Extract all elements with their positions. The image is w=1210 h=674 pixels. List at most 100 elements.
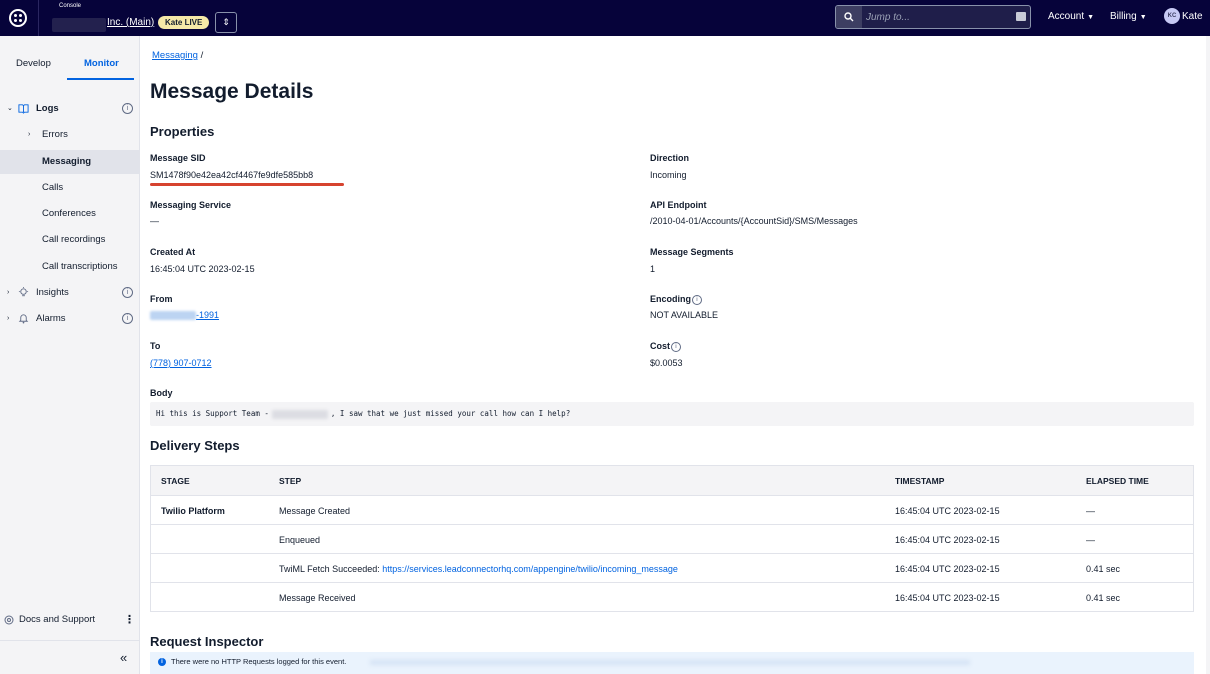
sidebar-item-calls[interactable]: Calls [0,176,139,200]
scrollbar-track[interactable] [1206,36,1210,674]
encoding-label: Encoding i [650,294,702,305]
messaging-service-value: — [150,216,159,226]
billing-menu-label: Billing [1110,11,1137,22]
keyboard-shortcut-icon [1016,12,1026,21]
breadcrumb: Messaging / [152,50,203,61]
console-label: Console [59,3,82,9]
sidebar-tabs: Develop Monitor [0,36,140,80]
more-options-icon[interactable]: ⋮ [124,608,135,632]
message-segments-value: 1 [650,264,656,274]
api-endpoint-label: API Endpoint [650,200,707,210]
timestamp-cell: 16:45:04 UTC 2023-02-15 [895,564,1000,574]
chevron-down-icon: ▼ [1139,14,1147,21]
cost-value: $0.0053 [650,358,683,368]
inspector-notice: i There were no HTTP Requests logged for… [150,652,1194,674]
column-header-elapsed-time: ELAPSED TIME [1086,476,1149,486]
delivery-steps-heading: Delivery Steps [150,438,240,453]
sidebar-item-label: Messaging [42,156,92,167]
to-number-link[interactable]: (778) 907-0712 [150,358,212,368]
sidebar-item-logs[interactable]: ⌄ Logs i [0,97,139,121]
created-at-value: 16:45:04 UTC 2023-02-15 [150,264,255,274]
sidebar-item-label: Alarms [36,313,66,324]
highlight-annotation [150,183,344,186]
user-menu-label[interactable]: Kate [1182,11,1203,22]
live-badge: Kate LIVE [158,16,210,29]
step-cell: Message Created [279,506,351,516]
support-icon [4,615,14,625]
lightbulb-icon [18,287,29,297]
redacted-name [271,409,328,419]
cost-label-text: Cost [650,341,670,351]
book-icon [18,104,29,114]
body-label: Body [150,388,173,398]
active-tab-indicator [67,78,134,80]
jump-to-search[interactable] [835,5,1031,29]
account-menu[interactable]: Account ▼ [1048,11,1094,22]
docs-and-support[interactable]: Docs and Support ⋮ [0,608,139,632]
info-icon: i [158,658,166,666]
account-name-link[interactable]: Inc. (Main) [107,17,154,28]
sidebar-item-conferences[interactable]: Conferences [0,202,139,226]
chevron-down-icon: ▼ [1087,14,1095,21]
breadcrumb-messaging-link[interactable]: Messaging [152,50,198,61]
encoding-value: NOT AVAILABLE [650,310,719,320]
step-cell: Message Received [279,593,356,603]
sidebar-item-call-recordings[interactable]: Call recordings [0,228,139,252]
info-icon[interactable]: i [122,103,133,114]
search-icon[interactable] [836,6,862,28]
elapsed-cell: 0.41 sec [1086,593,1121,603]
sidebar-item-label: Logs [36,103,59,114]
info-icon[interactable]: i [671,341,681,352]
timestamp-cell: 16:45:04 UTC 2023-02-15 [895,593,1000,603]
direction-value: Incoming [650,170,687,180]
elapsed-cell: — [1086,535,1095,545]
body-text-suffix: , I saw that we just missed your call ho… [330,409,571,418]
avatar[interactable]: KC [1164,8,1180,24]
sidebar-item-label: Conferences [42,208,96,219]
chevron-right-icon: › [7,289,10,296]
step-text: TwiML Fetch Succeeded: [279,564,383,574]
account-menu-label: Account [1048,11,1085,22]
main-content: Messaging / Message Details Properties M… [140,36,1206,674]
info-icon[interactable]: i [692,294,702,305]
sidebar-item-label: Call transcriptions [42,261,118,272]
message-sid-value[interactable]: SM1478f90e42ea42cf4467fe9dfe585bb8 [150,170,313,180]
chevron-down-icon: ⌄ [7,105,13,112]
sidebar-item-label: Call recordings [42,234,106,245]
sidebar-item-messaging[interactable]: Messaging [0,150,139,174]
sidebar-item-label: Calls [42,182,64,193]
from-number-link[interactable]: -1991 [150,310,219,321]
tab-monitor[interactable]: Monitor [84,58,119,69]
info-icon[interactable]: i [122,313,133,324]
messaging-service-label: Messaging Service [150,200,232,210]
api-endpoint-value: /2010-04-01/Accounts/{AccountSid}/SMS/Me… [650,216,858,226]
message-sid-label: Message SID [150,153,206,163]
sidebar-item-label: Insights [36,287,69,298]
info-icon[interactable]: i [122,287,133,298]
cost-label: Cost i [650,341,681,352]
bell-icon [18,314,29,324]
sidebar-item-call-transcriptions[interactable]: Call transcriptions [0,255,139,279]
delivery-steps-table: STAGE STEP TIMESTAMP ELAPSED TIME Twilio… [150,465,1194,612]
column-header-step: STEP [279,476,302,486]
request-inspector-heading: Request Inspector [150,634,264,649]
sidebar-item-insights[interactable]: › Insights i [0,281,139,305]
sidebar: Develop Monitor ⌄ Logs i › Errors Messag… [0,36,140,674]
timestamp-cell: 16:45:04 UTC 2023-02-15 [895,535,1000,545]
column-header-stage: STAGE [161,476,190,486]
created-at-label: Created At [150,247,196,257]
sidebar-item-errors[interactable]: › Errors [0,123,139,147]
search-input[interactable] [866,9,1006,25]
billing-menu[interactable]: Billing ▼ [1110,11,1147,22]
breadcrumb-separator: / [197,50,204,61]
redacted-account-prefix [52,18,106,32]
sidebar-item-alarms[interactable]: › Alarms i [0,307,139,331]
twiml-url-link[interactable]: https://services.leadconnectorhq.com/app… [382,564,678,574]
page-title: Message Details [150,80,314,103]
twilio-logo-icon[interactable] [9,9,27,27]
collapse-sidebar-icon[interactable]: « [120,650,127,665]
tab-develop[interactable]: Develop [16,58,51,69]
chevron-right-icon: › [28,131,31,138]
notice-text: There were no HTTP Requests logged for t… [171,657,347,666]
account-switcher-button[interactable]: ⇕ [215,12,237,33]
